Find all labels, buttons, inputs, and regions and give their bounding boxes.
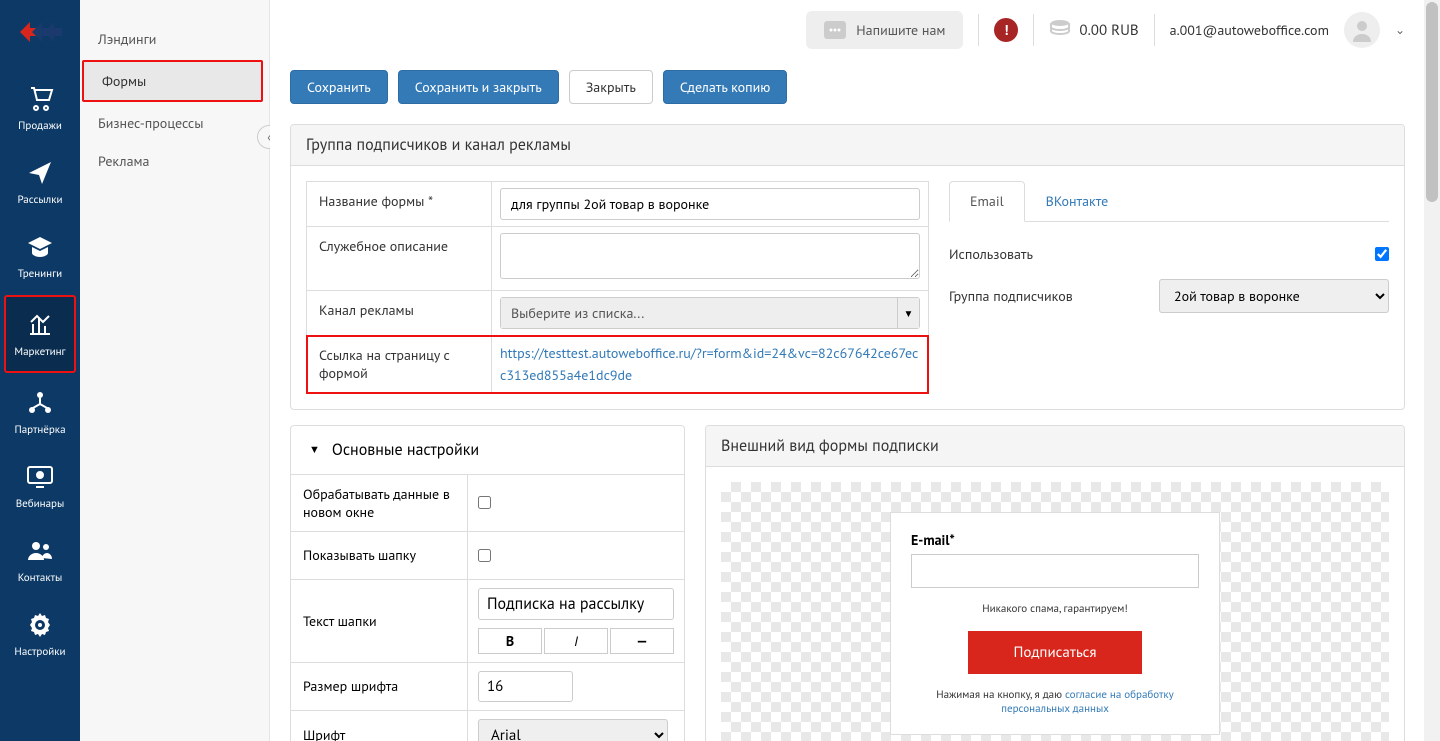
show-header-checkbox[interactable]	[478, 549, 491, 562]
chart-icon	[24, 309, 56, 341]
accordion-toggle[interactable]: ▼ Основные настройки	[291, 426, 684, 474]
sub-nav-sidebar: Лэндинги Формы Бизнес-процессы Реклама ‹	[80, 0, 270, 741]
write-us-label: Напишите нам	[856, 21, 945, 39]
save-close-button[interactable]: Сохранить и закрыть	[398, 70, 559, 104]
new-window-label: Обрабатывать данные в новом окне	[291, 475, 468, 531]
italic-button[interactable]: I	[544, 628, 608, 654]
group-label: Группа подписчиков	[949, 287, 1159, 305]
form-url-link[interactable]: https://testtest.autoweboffice.ru/?r=for…	[500, 344, 918, 384]
preview-title: Внешний вид формы подписки	[706, 426, 1404, 467]
divider	[978, 14, 979, 46]
bold-button[interactable]: B	[478, 628, 542, 654]
network-icon	[24, 387, 56, 419]
form-name-label: Название формы *	[307, 182, 492, 226]
coins-icon	[1049, 18, 1071, 43]
save-button[interactable]: Сохранить	[290, 70, 388, 104]
user-menu-toggle[interactable]: ⌄	[1395, 23, 1405, 38]
users-icon	[24, 535, 56, 567]
preview-panel: Внешний вид формы подписки E-mail* Никак…	[705, 425, 1405, 741]
chevron-down-icon: ▼	[897, 298, 919, 328]
logo[interactable]	[16, 8, 64, 56]
font-size-label: Размер шрифта	[291, 663, 468, 710]
subscribe-form-preview: E-mail* Никакого спама, гарантируем! Под…	[890, 512, 1220, 735]
balance-display[interactable]: 0.00 RUB	[1049, 18, 1138, 43]
nav-settings[interactable]: Настройки	[2, 597, 78, 671]
subscribers-panel: Группа подписчиков и канал рекламы Назва…	[290, 124, 1405, 410]
font-select[interactable]: Arial	[478, 719, 668, 741]
nav-affiliate[interactable]: Партнёрка	[2, 375, 78, 449]
send-icon	[24, 157, 56, 189]
close-button[interactable]: Закрыть	[569, 70, 653, 104]
description-textarea[interactable]	[500, 233, 920, 279]
nav-marketing[interactable]: Маркетинг	[4, 295, 76, 373]
url-label: Ссылка на страницу с формой	[307, 336, 492, 393]
subscribe-button-preview[interactable]: Подписаться	[968, 631, 1141, 674]
balance-value: 0.00 RUB	[1079, 21, 1138, 40]
nav-contacts[interactable]: Контакты	[2, 523, 78, 597]
group-select[interactable]: 2ой товар в воронке	[1159, 279, 1389, 313]
settings-title: Основные настройки	[332, 440, 479, 460]
tab-email[interactable]: Email	[949, 181, 1025, 222]
write-us-button[interactable]: Напишите нам	[806, 11, 963, 49]
nav-sales[interactable]: Продажи	[2, 71, 78, 145]
gear-icon	[24, 609, 56, 641]
graduation-icon	[24, 231, 56, 263]
scrollbar[interactable]	[1424, 0, 1440, 741]
channel-label: Канал рекламы	[307, 291, 492, 335]
monitor-icon	[24, 461, 56, 493]
nav-trainings[interactable]: Тренинги	[2, 219, 78, 293]
channel-select[interactable]: Выберите из списка... ▼	[500, 297, 920, 329]
subnav-processes[interactable]: Бизнес-процессы	[80, 104, 269, 142]
subnav-landings[interactable]: Лэндинги	[80, 20, 269, 58]
channel-settings: Email ВКонтакте Использовать Группа подп…	[949, 181, 1389, 394]
preview-canvas: E-mail* Никакого спама, гарантируем! Под…	[721, 482, 1389, 741]
email-label: E-mail*	[911, 531, 1199, 549]
divider	[1154, 14, 1155, 46]
chevron-down-icon: ▼	[309, 443, 320, 457]
new-window-checkbox[interactable]	[478, 496, 491, 509]
alert-badge[interactable]: !	[994, 18, 1018, 42]
avatar[interactable]	[1344, 12, 1380, 48]
cart-icon	[24, 83, 56, 115]
form-settings-table: Название формы * Служебное описание Кана…	[306, 181, 929, 394]
subnav-ads[interactable]: Реклама	[80, 142, 269, 180]
consent-text: Нажимая на кнопку, я даю согласие на обр…	[911, 688, 1199, 716]
nav-webinars[interactable]: Вебинары	[2, 449, 78, 523]
show-header-label: Показывать шапку	[291, 532, 468, 579]
font-label: Шрифт	[291, 711, 468, 741]
form-name-input[interactable]	[500, 188, 920, 220]
strike-button[interactable]: —	[610, 628, 674, 654]
main-nav-sidebar: Продажи Рассылки Тренинги Маркетинг Парт…	[0, 0, 80, 741]
divider	[1033, 14, 1034, 46]
action-bar: Сохранить Сохранить и закрыть Закрыть Сд…	[270, 60, 1440, 114]
description-label: Служебное описание	[307, 227, 492, 290]
chat-icon	[824, 21, 846, 39]
nav-mailings[interactable]: Рассылки	[2, 145, 78, 219]
nospam-text: Никакого спама, гарантируем!	[911, 602, 1199, 616]
main-content: Напишите нам ! 0.00 RUB a.001@autoweboff…	[270, 0, 1440, 741]
subnav-forms[interactable]: Формы	[82, 60, 263, 102]
basic-settings-panel: ▼ Основные настройки Обрабатывать данные…	[290, 425, 685, 741]
panel-title: Группа подписчиков и канал рекламы	[291, 125, 1404, 166]
email-input-preview[interactable]	[911, 554, 1199, 588]
user-email[interactable]: a.001@autoweboffice.com	[1170, 21, 1329, 39]
use-checkbox[interactable]	[1375, 247, 1389, 261]
copy-button[interactable]: Сделать копию	[663, 70, 788, 104]
tab-vk[interactable]: ВКонтакте	[1025, 181, 1130, 221]
header-text-input[interactable]	[478, 588, 674, 620]
font-size-input[interactable]	[478, 671, 573, 702]
header-text-label: Текст шапки	[291, 580, 468, 662]
use-label: Использовать	[949, 245, 1375, 263]
topbar: Напишите нам ! 0.00 RUB a.001@autoweboff…	[270, 0, 1440, 60]
